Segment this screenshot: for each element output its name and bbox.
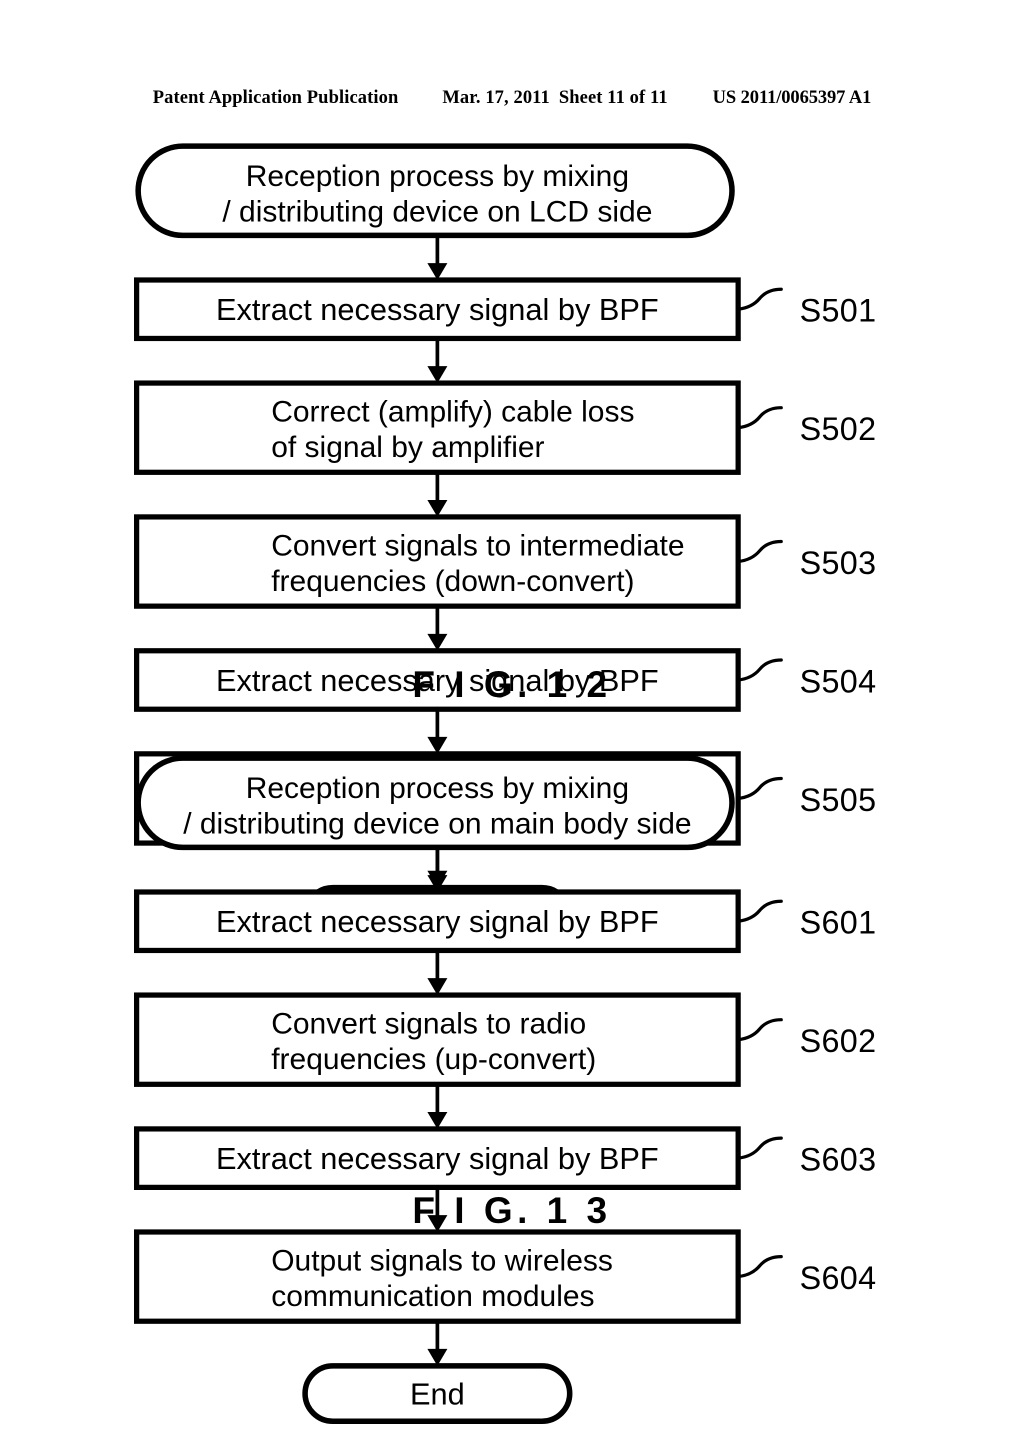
- flowchart-13: Reception process by mixing/ distributin…: [134, 755, 877, 1424]
- start-terminator-line: / distributing device on LCD side: [222, 196, 652, 229]
- process-box: Output signals to wirelesscommunication …: [134, 1229, 741, 1324]
- step-label-leader: [736, 1254, 783, 1279]
- process-box-line: Extract necessary signal by BPF: [216, 1141, 659, 1176]
- step-label: S503: [800, 545, 877, 581]
- process-box: Extract necessary signal by BPF: [134, 1126, 741, 1190]
- flow-connector: [427, 950, 448, 996]
- end-terminator-label: End: [410, 1376, 465, 1411]
- step-label-leader: [736, 1136, 783, 1160]
- process-box-line: communication modules: [271, 1280, 594, 1313]
- process-box-line: frequencies (up-convert): [271, 1043, 596, 1076]
- step-label: S603: [800, 1141, 877, 1177]
- start-terminator: Reception process by mixing/ distributin…: [135, 755, 735, 851]
- figure-12: Reception process by mixing / distributin…: [0, 140, 1024, 946]
- figure-12-caption: F I G. 1 2: [412, 664, 612, 705]
- process-box: Convert signals to intermediatefrequenci…: [134, 514, 741, 609]
- step-label-leader: [736, 899, 783, 923]
- end-terminator: End: [302, 1363, 573, 1424]
- step-label: S604: [800, 1260, 877, 1296]
- flow-connector: [427, 472, 448, 517]
- start-terminator: Reception process by mixing/ distributin…: [135, 143, 735, 239]
- process-box-line: Output signals to wireless: [271, 1244, 613, 1277]
- figure-13: Reception process by mixing / distributin…: [0, 752, 1024, 1424]
- process-box: Extract necessary signal by BPF: [134, 889, 741, 954]
- flow-connector: [427, 1321, 448, 1366]
- flow-connector: [427, 338, 448, 384]
- page-header: Patent Application Publication Mar. 17, …: [0, 88, 1024, 114]
- flow-connector: [427, 709, 448, 754]
- header-sheet-label: Sheet 11 of 11: [558, 88, 668, 108]
- flow-connector: [427, 1084, 448, 1129]
- figure-13-caption: F I G. 1 3: [412, 1190, 612, 1231]
- step-label-leader: [736, 539, 783, 564]
- start-terminator-line: / distributing device on main body side: [183, 808, 691, 841]
- step-label: S602: [800, 1023, 877, 1059]
- process-box-line: frequencies (down-convert): [271, 565, 634, 598]
- process-box-line: Convert signals to radio: [271, 1008, 586, 1041]
- process-box-line: Correct (amplify) cable loss: [271, 396, 634, 429]
- process-box: Convert signals to radiofrequencies (up-…: [134, 992, 741, 1087]
- step-label: S601: [800, 905, 877, 941]
- process-box-line: of signal by amplifier: [271, 431, 544, 464]
- process-box: Correct (amplify) cable lossof signal by…: [134, 380, 741, 475]
- start-terminator-line: Reception process by mixing: [246, 772, 629, 805]
- flow-connector: [427, 235, 448, 280]
- process-box-line: Convert signals to intermediate: [271, 529, 684, 562]
- flow-connector: [427, 847, 448, 892]
- process-box: Extract necessary signal by BPF: [134, 277, 741, 342]
- step-label-leader: [736, 406, 783, 430]
- header-date-label: Mar. 17, 2011: [442, 88, 550, 108]
- process-box-line: Extract necessary signal by BPF: [216, 292, 659, 327]
- step-label: S502: [800, 411, 877, 447]
- header-publication-label: Patent Application Publication: [152, 88, 399, 108]
- process-box-line: Extract necessary signal by BPF: [216, 904, 659, 939]
- header-patent-number: US 2011/0065397 A1: [712, 88, 872, 108]
- step-label: S501: [800, 293, 877, 329]
- step-label-leader: [736, 1018, 783, 1042]
- start-terminator-line: Reception process by mixing: [246, 160, 629, 193]
- flow-connector: [427, 606, 448, 651]
- step-label-leader: [736, 287, 783, 311]
